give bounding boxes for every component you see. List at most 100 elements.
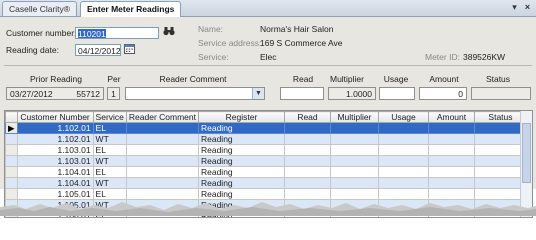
cell-amount[interactable] bbox=[427, 122, 475, 134]
tab-dropdown-icon[interactable]: ▾ bbox=[509, 2, 520, 13]
amount-input[interactable]: 0 bbox=[419, 87, 467, 100]
cell-multiplier[interactable] bbox=[329, 166, 379, 178]
cell-multiplier[interactable] bbox=[329, 155, 379, 167]
cell-amount[interactable] bbox=[427, 188, 475, 200]
close-icon[interactable]: × bbox=[522, 2, 533, 13]
cell-read[interactable] bbox=[283, 155, 331, 167]
cell-register[interactable]: Reading bbox=[197, 188, 285, 200]
cell-service[interactable]: EL bbox=[92, 166, 127, 178]
cell-service[interactable]: EL bbox=[92, 144, 127, 156]
reading-date-input[interactable]: 04/12/2012 bbox=[75, 44, 121, 56]
table-row[interactable]: ▶ 1.102.01 EL Reading bbox=[5, 122, 527, 134]
cell-customer-number[interactable]: 1.103.01 bbox=[16, 155, 94, 167]
cell-usage[interactable] bbox=[377, 155, 429, 167]
table-row[interactable]: 1.103.01 EL Reading bbox=[5, 144, 527, 156]
usage-input[interactable] bbox=[379, 87, 415, 100]
cell-multiplier[interactable] bbox=[329, 144, 379, 156]
cell-usage[interactable] bbox=[377, 144, 429, 156]
cell-service[interactable]: WT bbox=[92, 155, 127, 167]
cell-read[interactable] bbox=[283, 177, 331, 189]
cell-customer-number[interactable]: 1.102.01 bbox=[16, 122, 94, 134]
cell-register[interactable]: Reading bbox=[197, 166, 285, 178]
current-row-indicator[interactable]: ▶ bbox=[5, 122, 18, 134]
row-header[interactable] bbox=[5, 177, 18, 189]
cell-usage[interactable] bbox=[377, 177, 429, 189]
row-header[interactable] bbox=[5, 188, 18, 200]
cell-multiplier[interactable] bbox=[329, 188, 379, 200]
grid-col-amount[interactable]: Amount bbox=[427, 111, 475, 123]
cell-register[interactable]: Reading bbox=[197, 122, 285, 134]
cell-usage[interactable] bbox=[377, 188, 429, 200]
cell-customer-number[interactable]: 1.103.01 bbox=[16, 144, 94, 156]
scrollbar-thumb[interactable] bbox=[522, 123, 531, 183]
cell-register[interactable]: Reading bbox=[197, 155, 285, 167]
cell-service[interactable]: WT bbox=[92, 133, 127, 145]
table-row[interactable]: 1.103.01 WT Reading bbox=[5, 155, 527, 167]
cell-amount[interactable] bbox=[427, 177, 475, 189]
cell-customer-number[interactable]: 1.104.01 bbox=[16, 177, 94, 189]
grid-col-customer-number[interactable]: Customer Number bbox=[16, 111, 94, 123]
cell-multiplier[interactable] bbox=[329, 177, 379, 189]
cell-amount[interactable] bbox=[427, 166, 475, 178]
cell-status[interactable] bbox=[473, 144, 527, 156]
grid-col-read[interactable]: Read bbox=[283, 111, 331, 123]
grid-col-service[interactable]: Service bbox=[92, 111, 127, 123]
table-row[interactable]: 1.104.01 WT Reading bbox=[5, 177, 527, 189]
cell-status[interactable] bbox=[473, 177, 527, 189]
row-header[interactable] bbox=[5, 166, 18, 178]
cell-reader-comment[interactable] bbox=[125, 177, 199, 189]
cell-read[interactable] bbox=[283, 188, 331, 200]
grid-col-register[interactable]: Register bbox=[197, 111, 285, 123]
read-input[interactable] bbox=[280, 87, 324, 100]
cell-register[interactable]: Reading bbox=[197, 133, 285, 145]
cell-usage[interactable] bbox=[377, 122, 429, 134]
cell-reader-comment[interactable] bbox=[125, 155, 199, 167]
cell-reader-comment[interactable] bbox=[125, 133, 199, 145]
cell-status[interactable] bbox=[473, 188, 527, 200]
cell-usage[interactable] bbox=[377, 166, 429, 178]
cell-reader-comment[interactable] bbox=[125, 166, 199, 178]
chevron-down-icon[interactable]: ▼ bbox=[252, 88, 264, 99]
table-row[interactable]: 1.105.01 EL Reading bbox=[5, 188, 527, 200]
cell-service[interactable]: WT bbox=[92, 177, 127, 189]
cell-customer-number[interactable]: 1.104.01 bbox=[16, 166, 94, 178]
cell-reader-comment[interactable] bbox=[125, 144, 199, 156]
cell-register[interactable]: Reading bbox=[197, 177, 285, 189]
cell-service[interactable]: EL bbox=[92, 188, 127, 200]
row-header[interactable] bbox=[5, 155, 18, 167]
cell-customer-number[interactable]: 1.102.01 bbox=[16, 133, 94, 145]
cell-service[interactable]: EL bbox=[92, 122, 127, 134]
binoculars-icon[interactable] bbox=[162, 26, 175, 39]
cell-read[interactable] bbox=[283, 133, 331, 145]
calendar-icon[interactable] bbox=[123, 43, 136, 56]
cell-amount[interactable] bbox=[427, 133, 475, 145]
tab-enter-meter-readings[interactable]: Enter Meter Readings bbox=[80, 1, 182, 17]
cell-customer-number[interactable]: 1.105.01 bbox=[16, 188, 94, 200]
table-row[interactable]: 1.102.01 WT Reading bbox=[5, 133, 527, 145]
row-header[interactable] bbox=[5, 144, 18, 156]
cell-read[interactable] bbox=[283, 166, 331, 178]
cell-reader-comment[interactable] bbox=[125, 188, 199, 200]
row-header[interactable] bbox=[5, 133, 18, 145]
cell-usage[interactable] bbox=[377, 133, 429, 145]
grid-col-reader-comment[interactable]: Reader Comment bbox=[125, 111, 199, 123]
cell-read[interactable] bbox=[283, 122, 331, 134]
cell-status[interactable] bbox=[473, 133, 527, 145]
cell-status[interactable] bbox=[473, 122, 527, 134]
customer-number-input[interactable]: 110201 bbox=[75, 27, 159, 39]
table-row[interactable]: 1.104.01 EL Reading bbox=[5, 166, 527, 178]
reader-comment-select[interactable]: ▼ bbox=[125, 87, 265, 100]
cell-reader-comment[interactable] bbox=[125, 122, 199, 134]
tab-caselle-clarity[interactable]: Caselle Clarity® bbox=[2, 1, 78, 16]
grid-col-multiplier[interactable]: Multiplier bbox=[329, 111, 379, 123]
cell-status[interactable] bbox=[473, 166, 527, 178]
grid-col-usage[interactable]: Usage bbox=[377, 111, 429, 123]
grid-col-status[interactable]: Status bbox=[473, 111, 527, 123]
cell-multiplier[interactable] bbox=[329, 122, 379, 134]
cell-multiplier[interactable] bbox=[329, 133, 379, 145]
cell-read[interactable] bbox=[283, 144, 331, 156]
cell-register[interactable]: Reading bbox=[197, 144, 285, 156]
cell-amount[interactable] bbox=[427, 155, 475, 167]
cell-status[interactable] bbox=[473, 155, 527, 167]
cell-amount[interactable] bbox=[427, 144, 475, 156]
